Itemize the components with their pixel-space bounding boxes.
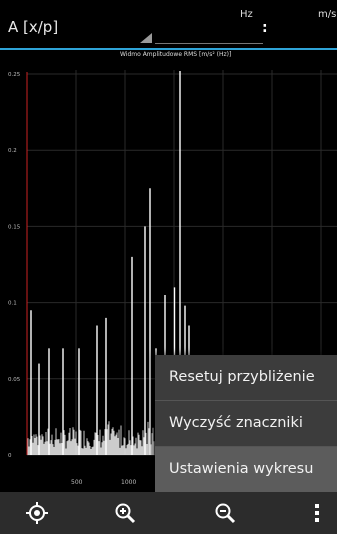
y-tick-label: 0.1	[8, 301, 17, 307]
y-axis-ticks: 0.25 0.2 0.15 0.1 0.05 0	[8, 72, 21, 459]
overflow-menu: Resetuj przybliżenie Wyczyść znaczniki U…	[155, 355, 337, 492]
locate-icon	[26, 502, 48, 524]
x-tick-label: 1000	[121, 479, 136, 486]
y-tick-label: 0	[8, 453, 12, 459]
menu-item-clear-markers[interactable]: Wyczyść znaczniki	[155, 401, 337, 446]
y-tick-label: 0.2	[8, 148, 17, 154]
menu-item-chart-settings[interactable]: Ustawienia wykresu	[155, 447, 337, 492]
bottom-toolbar	[0, 492, 337, 534]
zoom-in-button[interactable]	[95, 492, 155, 534]
menu-item-reset-zoom[interactable]: Resetuj przybliżenie	[155, 355, 337, 400]
chart-title: Widmo Amplitudowe RMS [m/s² (Hz)]	[120, 51, 232, 58]
y-tick-label: 0.05	[8, 377, 21, 383]
locate-button[interactable]	[7, 492, 67, 534]
channel-title[interactable]: A [x/p]	[8, 18, 58, 36]
overflow-menu-button[interactable]	[287, 492, 337, 534]
y-tick-label: 0.25	[8, 72, 21, 78]
spectrum-noise	[27, 411, 155, 455]
x-axis-ticks: 500 1000	[71, 479, 136, 486]
header: A [x/p] Hz : m/s	[0, 0, 337, 48]
cursor-readout: :	[262, 20, 268, 36]
y-tick-label: 0.15	[8, 224, 21, 230]
field-underline	[155, 43, 263, 44]
zoom-in-icon	[115, 503, 136, 524]
overflow-menu-icon	[315, 504, 319, 522]
x-tick-label: 500	[71, 479, 83, 486]
zoom-out-icon	[215, 503, 236, 524]
unit-hz-label: Hz	[240, 9, 253, 20]
spinner-triangle-icon[interactable]	[140, 33, 152, 43]
zoom-out-button[interactable]	[195, 492, 255, 534]
unit-ms-label: m/s	[318, 9, 337, 20]
